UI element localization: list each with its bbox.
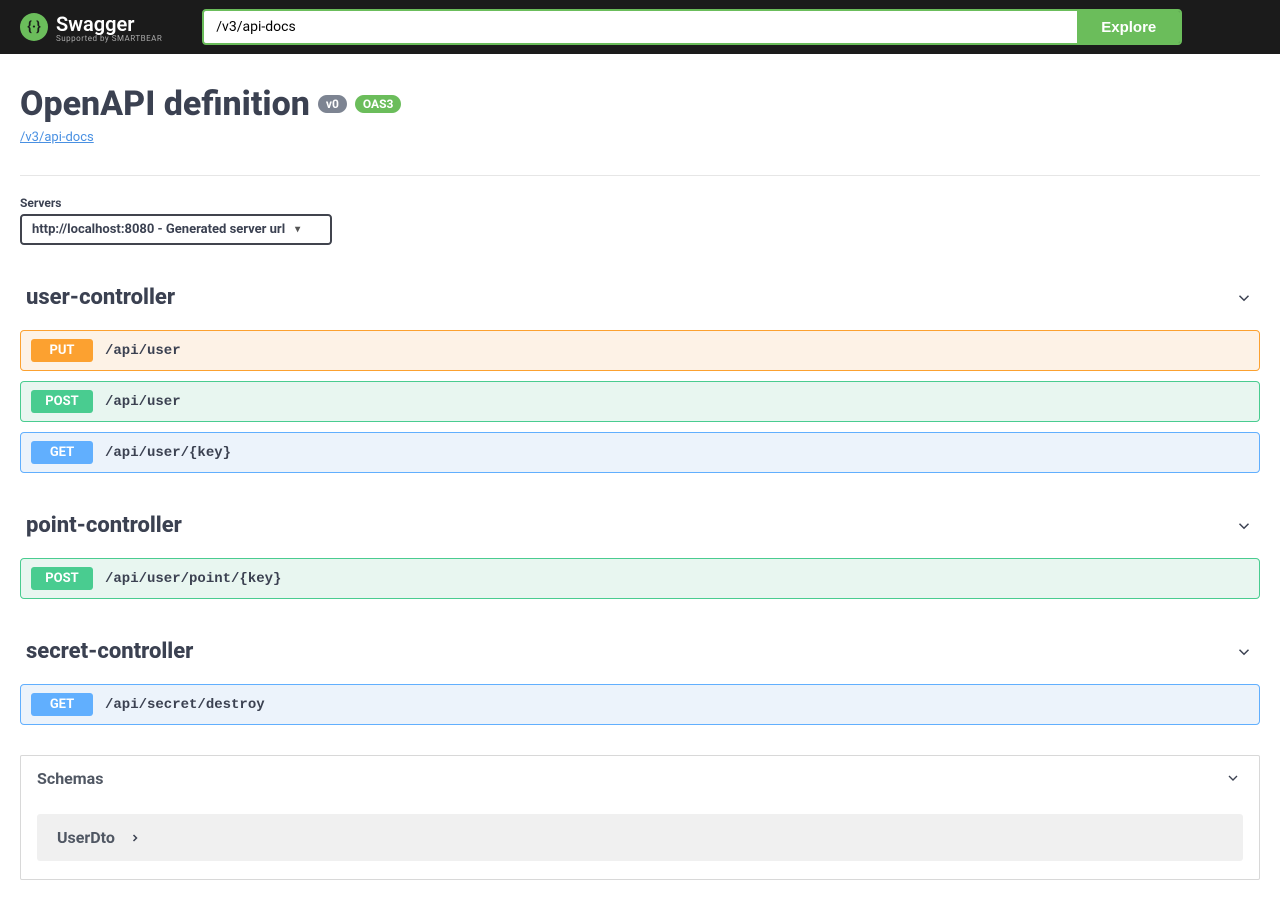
tag-section: user-controllerPUT/api/userPOST/api/user… bbox=[20, 275, 1260, 473]
tag-header[interactable]: secret-controller bbox=[20, 629, 1260, 674]
tag-name: secret-controller bbox=[26, 639, 193, 664]
server-select[interactable]: http://localhost:8080 - Generated server… bbox=[20, 214, 332, 245]
method-badge: POST bbox=[31, 390, 93, 413]
tag-section: secret-controller GET/api/secret/destroy bbox=[20, 629, 1260, 725]
version-badge: v0 bbox=[318, 95, 347, 113]
search-bar: Explore bbox=[202, 9, 1182, 45]
schemas-section: Schemas UserDto bbox=[20, 755, 1260, 880]
chevron-down-icon bbox=[1234, 288, 1254, 308]
chevron-down-icon bbox=[1223, 768, 1243, 788]
page-title: OpenAPI definition bbox=[20, 84, 310, 124]
tag-header[interactable]: point-controller bbox=[20, 503, 1260, 548]
method-badge: GET bbox=[31, 441, 93, 464]
operation-path: /api/user/point/{key} bbox=[105, 571, 281, 587]
method-badge: POST bbox=[31, 567, 93, 590]
schemas-title: Schemas bbox=[37, 769, 103, 788]
operation-row[interactable]: POST/api/user bbox=[20, 381, 1260, 422]
tag-section: point-controller POST/api/user/point/{key… bbox=[20, 503, 1260, 599]
swagger-logo-icon: {·} bbox=[20, 13, 48, 41]
chevron-down-icon bbox=[1234, 516, 1254, 536]
tag-header[interactable]: user-controller bbox=[20, 275, 1260, 320]
operation-row[interactable]: GET/api/user/{key} bbox=[20, 432, 1260, 473]
topbar: {·} Swagger Supported by SMARTBEAR Explo… bbox=[0, 0, 1280, 54]
method-badge: GET bbox=[31, 693, 93, 716]
chevron-down-icon: ▾ bbox=[295, 224, 300, 235]
main-content: OpenAPI definition v0 OAS3 /v3/api-docs … bbox=[0, 54, 1280, 900]
operation-row[interactable]: PUT/api/user bbox=[20, 330, 1260, 371]
tag-name: user-controller bbox=[26, 285, 175, 310]
operation-path: /api/user bbox=[105, 343, 181, 359]
explore-button[interactable]: Explore bbox=[1077, 11, 1180, 43]
schema-item[interactable]: UserDto bbox=[37, 814, 1243, 861]
title-row: OpenAPI definition v0 OAS3 bbox=[20, 84, 1260, 124]
logo[interactable]: {·} Swagger Supported by SMARTBEAR bbox=[20, 12, 162, 43]
server-selected-value: http://localhost:8080 - Generated server… bbox=[32, 222, 285, 237]
operation-path: /api/secret/destroy bbox=[105, 697, 265, 713]
spec-url-input[interactable] bbox=[204, 11, 1077, 43]
method-badge: PUT bbox=[31, 339, 93, 362]
chevron-right-icon bbox=[129, 832, 141, 844]
logo-text: Swagger bbox=[56, 12, 162, 36]
divider bbox=[20, 175, 1260, 176]
api-docs-link[interactable]: /v3/api-docs bbox=[20, 130, 94, 145]
operation-row[interactable]: POST/api/user/point/{key} bbox=[20, 558, 1260, 599]
operation-row[interactable]: GET/api/secret/destroy bbox=[20, 684, 1260, 725]
operation-path: /api/user/{key} bbox=[105, 445, 231, 461]
chevron-down-icon bbox=[1234, 642, 1254, 662]
tag-name: point-controller bbox=[26, 513, 182, 538]
operation-path: /api/user bbox=[105, 394, 181, 410]
logo-subtext: Supported by SMARTBEAR bbox=[56, 34, 162, 43]
schemas-header[interactable]: Schemas bbox=[21, 756, 1259, 800]
servers-label: Servers bbox=[20, 196, 1260, 210]
schema-name: UserDto bbox=[57, 828, 115, 847]
oas-badge: OAS3 bbox=[355, 95, 402, 113]
